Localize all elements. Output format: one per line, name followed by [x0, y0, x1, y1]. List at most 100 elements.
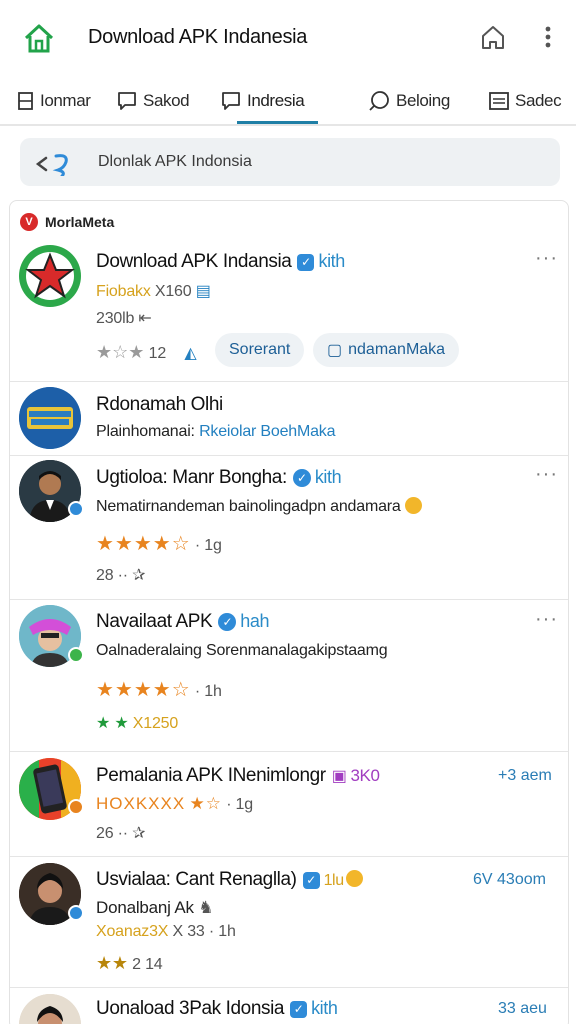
- tab-sadec[interactable]: Sadec: [489, 86, 562, 116]
- more-vertical-icon[interactable]: [538, 24, 558, 52]
- post-title-text: Navailaat APK: [96, 611, 213, 632]
- chat-icon: ▢: [327, 342, 343, 359]
- chip-button-with-icon[interactable]: ▢ ndamanMaka: [313, 333, 460, 367]
- post-rating: ★★ 2 14: [96, 953, 163, 974]
- post-time: · 1g: [194, 537, 222, 554]
- post-tag: kith: [318, 251, 345, 271]
- verified-icon: ✓: [290, 1001, 308, 1018]
- tab-sakod[interactable]: Sakod: [117, 86, 190, 116]
- post-body: Nematirnandeman bainolingadpn andamara: [96, 497, 422, 516]
- post-subline-text: Plainhomanai:: [96, 423, 195, 440]
- post-tag: hah: [240, 611, 270, 631]
- post-tag: kith: [314, 467, 342, 487]
- active-tab-indicator: [237, 121, 318, 124]
- post-tag: 3K0: [350, 766, 380, 785]
- section-title: MorlaMeta: [45, 214, 115, 230]
- post-time-right: 6V 43oom: [473, 871, 546, 888]
- search-icon: [35, 154, 68, 176]
- divider: [10, 381, 568, 382]
- verified-dot-icon: [68, 905, 84, 921]
- home-icon[interactable]: [22, 22, 56, 56]
- post-subline-link[interactable]: Rkeiolar BoehMaka: [199, 423, 335, 440]
- rating-stars: ★☆★: [96, 342, 145, 362]
- tab-label: Beloing: [396, 91, 450, 110]
- post-title: Uonaload 3Pak Idonsia ✓ kith: [96, 998, 338, 1020]
- verified-icon: ✓: [302, 872, 320, 889]
- rating-stars: ★★: [96, 953, 128, 973]
- app-title: Download APK Indanesia: [88, 26, 308, 48]
- book-icon: [18, 92, 33, 110]
- divider: [10, 455, 568, 456]
- more-horizontal-icon[interactable]: ···: [535, 247, 558, 270]
- more-horizontal-icon[interactable]: ···: [535, 463, 558, 486]
- divider: [10, 599, 568, 600]
- app-avatar[interactable]: [19, 387, 81, 449]
- rating-stars: ★★★★☆: [96, 679, 191, 701]
- notification-icon[interactable]: [480, 24, 506, 52]
- post-meta-count: X 33: [172, 923, 205, 940]
- divider: [10, 751, 568, 752]
- post-stat-count: X1250: [132, 715, 179, 732]
- post-rating: ★★★★☆ · 1g: [96, 531, 222, 556]
- search-input[interactable]: Dlonlak APK Indonsia: [98, 153, 252, 171]
- smile-emoji-icon: [345, 870, 363, 887]
- post-time: · 1h: [194, 683, 222, 700]
- tab-ionmar[interactable]: Ionmar: [18, 86, 91, 116]
- retweet-icon[interactable]: ✰: [132, 825, 145, 842]
- tab-label: Ionmar: [40, 91, 91, 110]
- verified-dot-icon: [68, 501, 84, 517]
- post-rating: ★★★★☆ · 1h: [96, 677, 222, 702]
- post-subline: Plainhomanai: Rkeiolar BoehMaka: [96, 423, 335, 441]
- rating-stars: ★☆: [189, 794, 222, 813]
- post-subline-text: Fiobakx: [96, 283, 151, 300]
- retweet-icon[interactable]: ✰: [132, 567, 145, 584]
- post-subline-count: X160: [154, 283, 192, 300]
- section-badge: V: [20, 213, 38, 231]
- chip-button[interactable]: Sorerant: [215, 333, 305, 367]
- post-body-text: Donalbanj Ak: [96, 898, 194, 917]
- more-horizontal-icon[interactable]: ···: [535, 608, 558, 631]
- share-icon: ⇤: [138, 310, 152, 327]
- post-time-right: +3 aem: [498, 767, 552, 784]
- green-star-icon: ★ ★: [96, 715, 129, 732]
- tab-label: Indresia: [247, 91, 305, 110]
- chip-label: ndamanMaka: [348, 341, 446, 358]
- chat-icon: [118, 92, 136, 110]
- post-title: Rdonamah Olhi: [96, 394, 223, 415]
- online-dot-icon: [68, 647, 84, 663]
- tab-beloing[interactable]: Beloing: [368, 86, 450, 116]
- search-bar[interactable]: Dlonlak APK Indonsia: [20, 138, 560, 186]
- post-stats: 28 ·· ✰: [96, 565, 146, 585]
- post-title: Download APK Indansia ✓ kith: [96, 251, 345, 273]
- list-icon: [489, 92, 509, 110]
- triangle-icon: ◭: [184, 345, 197, 362]
- tab-label: Sakod: [143, 91, 190, 110]
- user-avatar[interactable]: [19, 994, 81, 1024]
- tab-indresia[interactable]: Indresia: [221, 86, 305, 116]
- post-time-right: 33 aeu: [498, 1000, 547, 1017]
- post-stat-count: 28 ··: [96, 567, 128, 584]
- post-stat-count: 26 ··: [96, 825, 128, 842]
- verified-icon: ✓: [297, 254, 315, 271]
- post-size-line: 230lb ⇤: [96, 308, 152, 328]
- post-stats: 26 ·· ✰: [96, 823, 146, 843]
- rating-text: HOXKXXX: [96, 794, 186, 813]
- tab-bar: Ionmar Sakod Indresia Beloing Sadec: [0, 76, 576, 126]
- post-rating: ★☆★ 12 ◭: [96, 342, 197, 363]
- comment-icon: [369, 91, 389, 111]
- feed-card: V MorlaMeta Download APK Indansia ✓ kith ·…: [9, 200, 569, 1024]
- section-header: V MorlaMeta: [20, 213, 114, 231]
- post-time: · 1g: [226, 796, 253, 813]
- app-avatar[interactable]: [19, 245, 81, 307]
- status-dot-icon: [68, 799, 84, 815]
- post-tag: kith: [311, 998, 338, 1018]
- post-title-text: Ugtioloa: Manr Bongha:: [96, 467, 287, 488]
- app-bar: Download APK Indanesia: [0, 0, 576, 76]
- post-title: Ugtioloa: Manr Bongha: ✓ kith: [96, 467, 342, 489]
- post-title-text: Uonaload 3Pak Idonsia: [96, 998, 285, 1019]
- verified-icon: ✓: [292, 469, 311, 487]
- post-title: Usvialaa: Cant Renaglla) ✓ 1lu: [96, 869, 363, 891]
- post-title: Pemalania APK INenimlongr ▣ 3K0: [96, 765, 380, 787]
- rating-stars: ★★★★☆: [96, 533, 191, 555]
- person-icon: [19, 994, 81, 1024]
